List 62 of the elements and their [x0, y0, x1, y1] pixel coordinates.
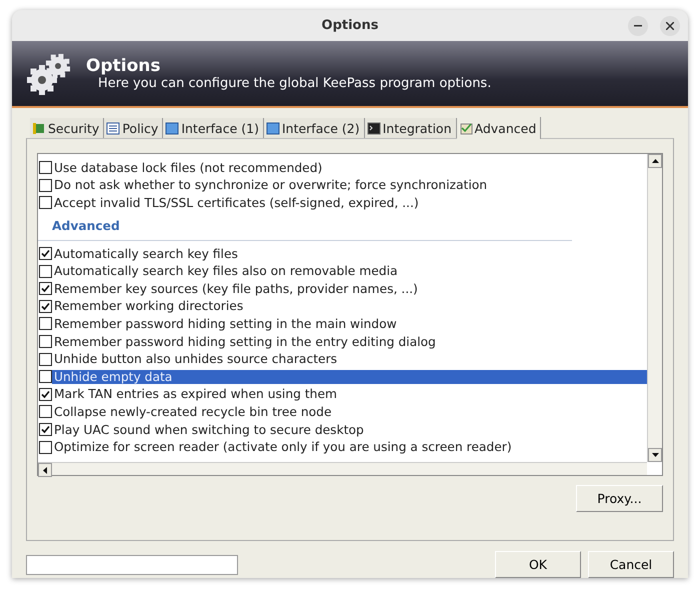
checkbox[interactable] [39, 440, 52, 454]
input-field[interactable] [26, 554, 238, 574]
checkbox[interactable] [39, 335, 52, 348]
proxy-button[interactable]: Proxy... [576, 485, 663, 512]
vertical-scrollbar[interactable] [647, 154, 662, 462]
tab[interactable]: Policy [104, 118, 164, 138]
key-icon [32, 122, 46, 134]
checkbox[interactable] [39, 317, 52, 330]
tab[interactable]: Advanced [456, 117, 542, 139]
checkbox[interactable] [39, 388, 52, 401]
window-title: Options [322, 18, 378, 34]
option-label[interactable]: Remember key sources (key file paths, provider names, ...) [52, 282, 418, 296]
check-icon [41, 425, 50, 434]
option-label[interactable]: Do not ask whether to synchronize or overwrite; force synchronization [52, 178, 488, 192]
option-label[interactable]: Remember working directories [52, 299, 244, 314]
checkbox[interactable] [39, 370, 52, 384]
tab[interactable]: Interface (1) [163, 118, 264, 138]
checkbox[interactable] [39, 352, 52, 366]
up-arrow-icon [652, 159, 658, 163]
checkbox[interactable] [39, 300, 52, 313]
option-label[interactable]: Use database lock files (not recommended) [52, 160, 322, 175]
down-arrow-icon [652, 453, 658, 457]
check-icon [41, 249, 50, 258]
option-label[interactable]: Remember password hiding setting in the main window [52, 316, 397, 331]
window-icon [266, 122, 280, 134]
checkbox[interactable] [39, 178, 52, 192]
close-button[interactable] [660, 16, 680, 36]
ok-button[interactable]: OK [495, 551, 581, 578]
tab[interactable]: Security [30, 118, 104, 138]
checkbox[interactable] [39, 161, 52, 174]
tab[interactable]: Integration [364, 118, 457, 138]
list-icon [106, 122, 120, 134]
option-label[interactable]: Unhide empty data [52, 370, 647, 384]
section-heading: Advanced [52, 218, 120, 233]
check-icon [41, 390, 50, 399]
cancel-button[interactable]: Cancel [588, 551, 674, 578]
option-label[interactable]: Automatically search key files also on removable media [52, 264, 398, 278]
banner-subtitle: Here you can configure the global KeePass program options. [98, 76, 492, 92]
option-label[interactable]: Mark TAN entries as expired when using them [52, 387, 338, 402]
left-arrow-icon [43, 466, 47, 474]
checkbox[interactable] [39, 405, 52, 418]
option-label[interactable]: Remember password hiding setting in the entry editing dialog [52, 334, 436, 349]
checkbox[interactable] [39, 264, 52, 278]
option-label[interactable]: Unhide button also unhides source characters [52, 352, 338, 366]
banner-title: Options [86, 56, 162, 76]
checkbox[interactable] [39, 196, 52, 210]
minimize-button[interactable] [628, 16, 648, 36]
option-label[interactable]: Play UAC sound when switching to secure desktop [52, 422, 364, 437]
checkbox[interactable] [39, 423, 52, 436]
minimize-icon [634, 25, 642, 27]
option-label[interactable]: Automatically search key files [52, 246, 238, 261]
terminal-icon [366, 122, 381, 134]
option-label[interactable]: Collapse newly-created recycle bin tree node [52, 404, 332, 419]
tab[interactable]: Interface (2) [264, 118, 365, 138]
checkbox[interactable] [39, 247, 52, 260]
close-icon [666, 22, 674, 30]
option-label[interactable]: Optimize for screen reader (activate only if you are using a screen reader) [52, 440, 512, 454]
window-icon [165, 122, 180, 134]
option-label[interactable]: Accept invalid TLS/SSL certificates (self-signed, expired, ...) [52, 196, 419, 210]
checklist-icon [458, 122, 473, 134]
horizontal-scrollbar[interactable] [38, 462, 647, 475]
checkbox[interactable] [39, 282, 52, 296]
